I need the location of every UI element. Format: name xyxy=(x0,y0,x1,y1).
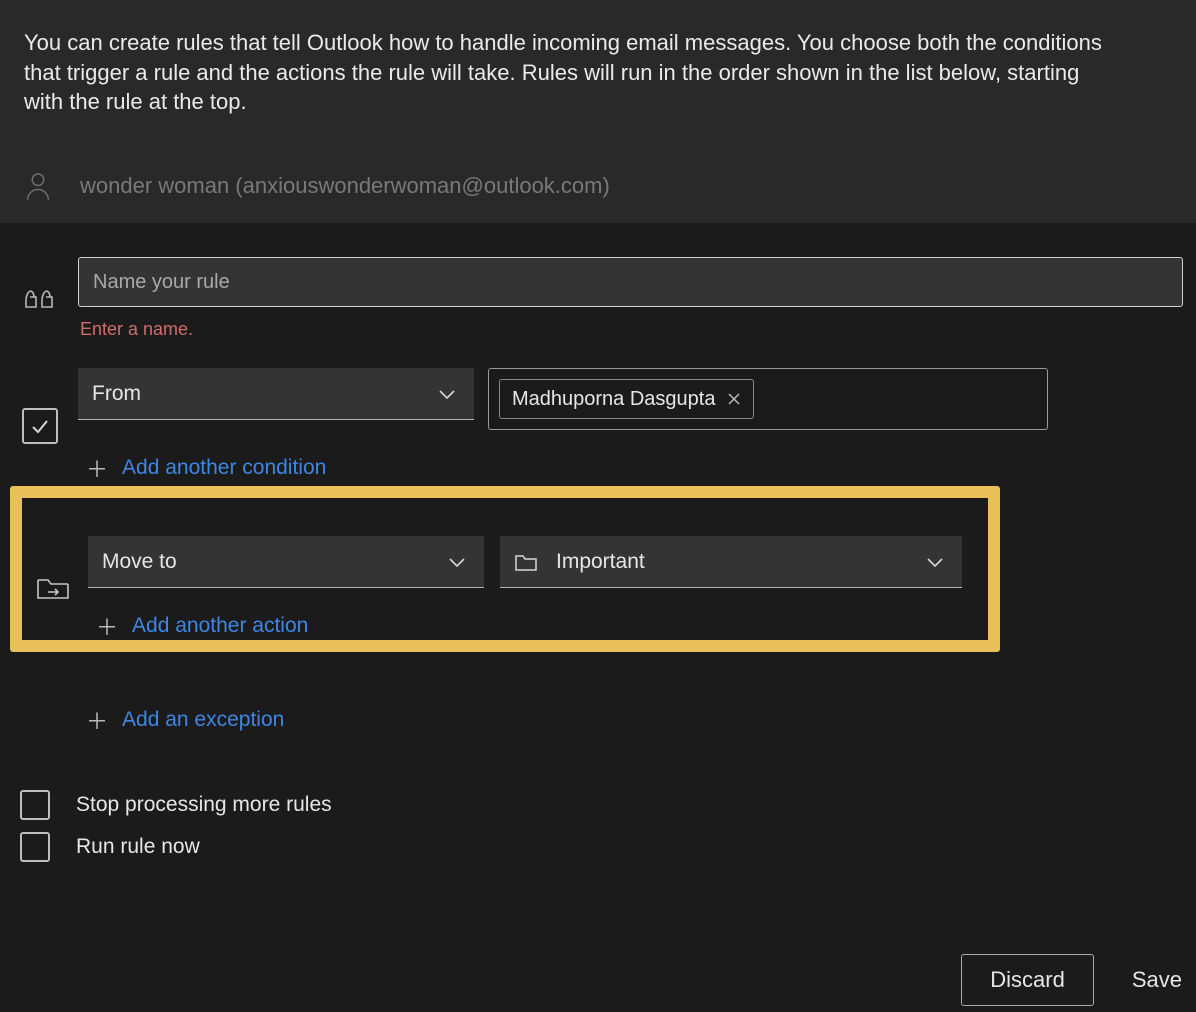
check-icon xyxy=(10,368,70,484)
plus-icon: ＋ xyxy=(96,610,118,642)
action-type-dropdown[interactable]: Move to xyxy=(88,536,484,588)
person-chip: Madhuporna Dasgupta xyxy=(499,379,754,419)
action-folder-label: Important xyxy=(556,550,645,574)
rule-options: Stop processing more rules Run rule now xyxy=(10,790,1186,862)
checkbox-icon xyxy=(20,790,50,820)
chevron-down-icon xyxy=(448,553,466,571)
account-row: wonder woman (anxiouswonderwoman@outlook… xyxy=(24,171,1172,201)
condition-type-label: From xyxy=(92,382,141,406)
add-exception-label: Add an exception xyxy=(122,708,284,732)
rule-name-input[interactable] xyxy=(78,257,1183,307)
footer-actions: Discard Save xyxy=(961,954,1182,1006)
person-icon xyxy=(24,171,52,201)
run-rule-now-label: Run rule now xyxy=(76,835,200,859)
chevron-down-icon xyxy=(926,553,944,571)
add-condition-link[interactable]: ＋ Add another condition xyxy=(86,452,326,484)
stop-processing-checkbox[interactable]: Stop processing more rules xyxy=(20,790,1186,820)
rules-header-section: You can create rules that tell Outlook h… xyxy=(0,0,1196,223)
folder-icon xyxy=(514,552,538,572)
checkbox-icon xyxy=(20,832,50,862)
exception-icon-slot xyxy=(10,704,70,736)
account-display: wonder woman (anxiouswonderwoman@outlook… xyxy=(80,173,610,199)
action-highlight-box: Move to xyxy=(10,486,1000,652)
run-rule-now-checkbox[interactable]: Run rule now xyxy=(20,832,1186,862)
add-condition-label: Add another condition xyxy=(122,456,326,480)
rule-name-row: Enter a name. xyxy=(10,257,1186,340)
condition-people-input[interactable]: Madhuporna Dasgupta xyxy=(488,368,1048,430)
condition-type-dropdown[interactable]: From xyxy=(78,368,474,420)
exception-row: ＋ Add an exception xyxy=(10,704,1186,736)
action-row: Move to xyxy=(26,536,978,640)
add-action-link[interactable]: ＋ Add another action xyxy=(96,610,308,642)
add-exception-link[interactable]: ＋ Add an exception xyxy=(86,704,284,736)
save-button[interactable]: Save xyxy=(1132,967,1182,993)
action-folder-dropdown[interactable]: Important xyxy=(500,536,962,588)
stop-processing-label: Stop processing more rules xyxy=(76,793,332,817)
condition-row: From Madhuporna Dasgupta xyxy=(10,368,1186,484)
action-type-label: Move to xyxy=(102,550,177,574)
chevron-down-icon xyxy=(438,385,456,403)
rule-editor: Enter a name. From xyxy=(0,223,1196,862)
remove-chip-icon[interactable] xyxy=(727,392,741,406)
discard-button[interactable]: Discard xyxy=(961,954,1094,1006)
quote-icon xyxy=(10,257,70,340)
plus-icon: ＋ xyxy=(86,452,108,484)
person-chip-label: Madhuporna Dasgupta xyxy=(512,388,715,411)
add-action-label: Add another action xyxy=(132,614,308,638)
plus-icon: ＋ xyxy=(86,704,108,736)
rule-name-error: Enter a name. xyxy=(80,319,1186,340)
rules-intro-text: You can create rules that tell Outlook h… xyxy=(24,28,1104,117)
move-to-icon xyxy=(26,536,80,640)
